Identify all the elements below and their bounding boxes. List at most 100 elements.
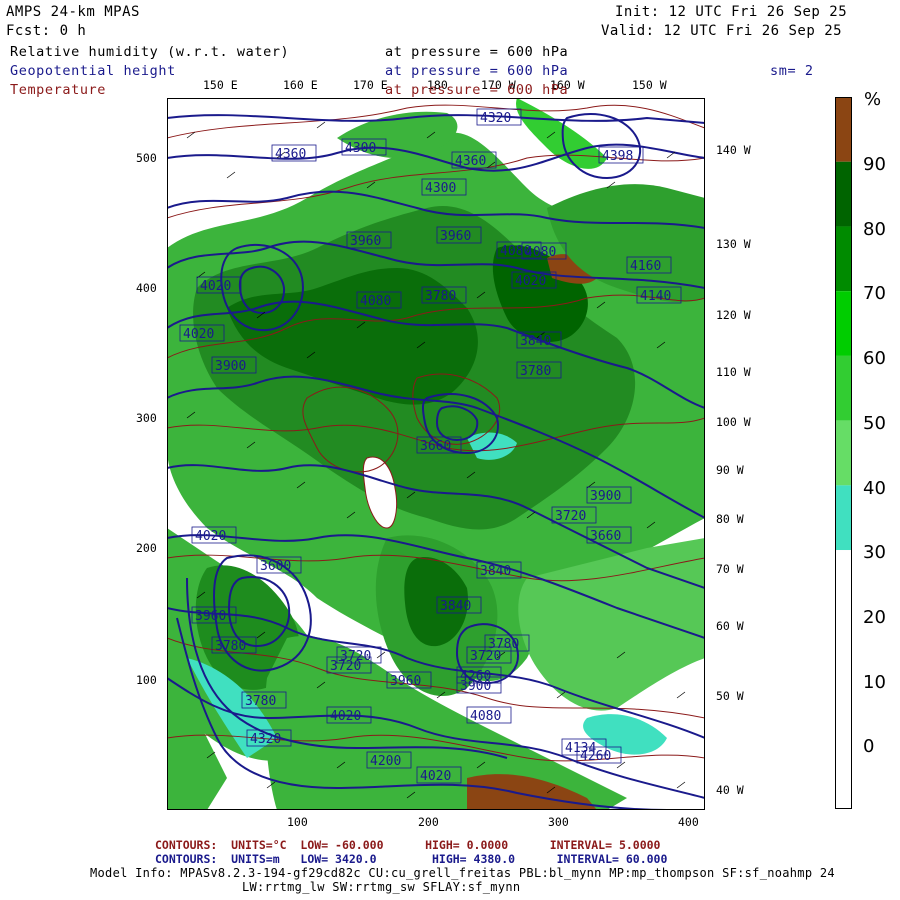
model-info-2: LW:rrtmg_lw SW:rrtmg_sw SFLAY:sf_mynn bbox=[242, 880, 521, 894]
svg-text:3960: 3960 bbox=[390, 674, 421, 689]
right-lon-label: 40 W bbox=[716, 783, 744, 797]
forecast-hour: Fcst: 0 h bbox=[6, 23, 87, 39]
height-contour-interval: INTERVAL= 60.000 bbox=[556, 852, 668, 866]
svg-text:4080: 4080 bbox=[470, 709, 501, 724]
svg-text:4080: 4080 bbox=[525, 245, 556, 260]
svg-text:3780: 3780 bbox=[245, 694, 276, 709]
svg-text:4360: 4360 bbox=[455, 154, 486, 169]
right-lon-label: 120 W bbox=[716, 308, 751, 322]
svg-text:4398: 4398 bbox=[602, 149, 633, 164]
svg-text:3720: 3720 bbox=[340, 649, 371, 664]
height-contour-kind: CONTOURS: bbox=[155, 852, 218, 866]
svg-text:3660: 3660 bbox=[590, 529, 621, 544]
y-tick-label: 300 bbox=[136, 411, 157, 425]
svg-text:3780: 3780 bbox=[425, 289, 456, 304]
height-contour-low: LOW= 3420.0 bbox=[300, 852, 377, 866]
svg-text:4300: 4300 bbox=[345, 141, 376, 156]
model-title: AMPS 24-km MPAS bbox=[6, 4, 140, 20]
model-info: Model Info: MPASv8.2.3-194-gf29cd82c CU:… bbox=[90, 866, 835, 880]
svg-text:4300: 4300 bbox=[425, 181, 456, 196]
right-lon-label: 60 W bbox=[716, 619, 744, 633]
colorbar-label: 70 bbox=[863, 283, 886, 305]
field-temp-level: at pressure = 600 hPa bbox=[385, 82, 569, 98]
colorbar-segment bbox=[835, 291, 852, 356]
valid-time: Valid: 12 UTC Fri 26 Sep 25 bbox=[601, 23, 843, 39]
field-temp-name: Temperature bbox=[10, 82, 107, 98]
temp-contour-units: UNITS=°C bbox=[231, 838, 287, 852]
svg-text:4020: 4020 bbox=[330, 709, 361, 724]
x-tick-label: 300 bbox=[548, 815, 569, 829]
field-rh-name: Relative humidity (w.r.t. water) bbox=[10, 44, 290, 60]
y-tick-label: 400 bbox=[136, 281, 157, 295]
colorbar-label: 90 bbox=[863, 154, 886, 175]
colorbar-segment bbox=[835, 550, 852, 615]
height-contour-units: UNITS=m bbox=[231, 852, 280, 866]
top-lon-label: 150 E bbox=[203, 78, 238, 92]
svg-text:4080: 4080 bbox=[360, 294, 391, 309]
temp-contour-info: CONTOURS: UNITS=°C LOW= -60.000 HIGH= 0.… bbox=[155, 838, 660, 852]
colorbar-label: 50 bbox=[863, 412, 886, 434]
y-tick-label: 500 bbox=[136, 151, 157, 165]
svg-text:3780: 3780 bbox=[488, 637, 519, 652]
svg-text:3900: 3900 bbox=[590, 489, 621, 504]
colorbar-segment bbox=[835, 97, 852, 162]
x-tick-label: 200 bbox=[418, 815, 439, 829]
svg-text:4200: 4200 bbox=[370, 754, 401, 769]
field-rh-level: at pressure = 600 hPa bbox=[385, 44, 569, 60]
colorbar-segment bbox=[835, 161, 852, 227]
svg-text:3960: 3960 bbox=[440, 229, 471, 244]
svg-text:4260: 4260 bbox=[460, 669, 491, 684]
temp-contour-kind: CONTOURS: bbox=[155, 838, 218, 852]
colorbar-unit: % bbox=[864, 89, 882, 110]
temp-contour-interval: INTERVAL= 5.0000 bbox=[549, 838, 661, 852]
colorbar-label: 20 bbox=[863, 606, 886, 628]
temp-contour-high: HIGH= 0.0000 bbox=[425, 838, 509, 852]
svg-text:4140: 4140 bbox=[640, 289, 671, 304]
colorbar-label: 30 bbox=[863, 542, 886, 564]
svg-text:3720: 3720 bbox=[555, 509, 586, 524]
init-time: Init: 12 UTC Fri 26 Sep 25 bbox=[615, 4, 848, 20]
x-tick-label: 400 bbox=[678, 815, 699, 829]
colorbar-label: 80 bbox=[863, 218, 886, 240]
svg-text:3840: 3840 bbox=[440, 599, 471, 614]
colorbar-label: 10 bbox=[863, 671, 886, 693]
height-contour-high: HIGH= 4380.0 bbox=[431, 852, 516, 866]
svg-text:3780: 3780 bbox=[215, 639, 246, 654]
svg-text:4320: 4320 bbox=[250, 732, 281, 747]
y-tick-label: 100 bbox=[136, 673, 157, 687]
svg-text:3960: 3960 bbox=[195, 609, 226, 624]
x-tick-label: 100 bbox=[287, 815, 308, 829]
svg-text:4320: 4320 bbox=[480, 111, 511, 126]
temp-contour-low: LOW= -60.000 bbox=[300, 838, 384, 852]
field-height-name: Geopotential height bbox=[10, 63, 176, 79]
colorbar-segment bbox=[835, 355, 852, 421]
colorbar-label: 0 bbox=[863, 736, 875, 758]
right-lon-label: 140 W bbox=[716, 143, 751, 157]
svg-text:3900: 3900 bbox=[215, 359, 246, 374]
svg-text:4020: 4020 bbox=[183, 327, 214, 342]
top-lon-label: 170 E bbox=[353, 78, 388, 92]
svg-text:4160: 4160 bbox=[630, 259, 661, 274]
right-lon-label: 130 W bbox=[716, 237, 751, 251]
top-lon-label: 160 E bbox=[283, 78, 318, 92]
right-lon-label: 110 W bbox=[716, 365, 751, 379]
right-lon-label: 70 W bbox=[716, 562, 744, 576]
y-tick-label: 200 bbox=[136, 541, 157, 555]
colorbar-label: 40 bbox=[863, 477, 886, 499]
humidity-colorbar bbox=[835, 97, 852, 809]
field-height-level: at pressure = 600 hPa bbox=[385, 63, 569, 79]
svg-text:3840: 3840 bbox=[520, 334, 551, 349]
svg-text:3780: 3780 bbox=[520, 364, 551, 379]
svg-text:4360: 4360 bbox=[275, 147, 306, 162]
colorbar-segment bbox=[835, 226, 852, 292]
svg-text:4020: 4020 bbox=[515, 274, 546, 289]
colorbar-label: 60 bbox=[863, 348, 886, 370]
svg-text:4020: 4020 bbox=[200, 279, 231, 294]
colorbar-segment bbox=[835, 614, 852, 680]
colorbar-segment bbox=[835, 485, 852, 551]
right-lon-label: 100 W bbox=[716, 415, 751, 429]
colorbar-segment bbox=[835, 744, 852, 809]
svg-text:4020: 4020 bbox=[195, 529, 226, 544]
right-lon-label: 80 W bbox=[716, 512, 744, 526]
colorbar-segment bbox=[835, 679, 852, 745]
